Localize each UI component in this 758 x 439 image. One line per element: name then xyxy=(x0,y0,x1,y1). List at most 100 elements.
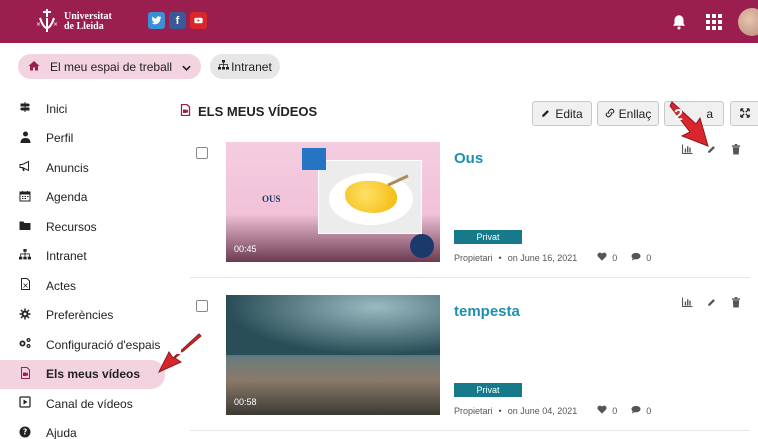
comments-stat: 0 xyxy=(631,405,651,416)
video-owner: Propietari xyxy=(454,252,493,263)
university-logo[interactable]: × × Universitat de Lleida xyxy=(36,6,112,38)
breadcrumb: El meu espai de treball Intranet xyxy=(18,54,280,79)
video-meta: Propietari • on June 16, 2021 0 0 xyxy=(454,252,651,263)
callout-arrow-1: 1 xyxy=(155,330,205,385)
comment-icon xyxy=(631,252,641,263)
privacy-badge: Privat xyxy=(454,383,522,397)
signpost-icon xyxy=(18,101,32,116)
row-divider xyxy=(190,277,750,278)
home-icon xyxy=(28,60,40,74)
workspace-dropdown[interactable]: El meu espai de treball xyxy=(18,54,202,79)
video-item: OUS 00:45 Ous Privat Propietari • on Jun… xyxy=(190,142,755,282)
expand-icon xyxy=(740,107,750,121)
trash-icon[interactable] xyxy=(731,297,741,311)
workspace-label: El meu espai de treball xyxy=(50,59,173,74)
folder-icon xyxy=(18,220,32,234)
stats-icon[interactable] xyxy=(681,297,693,311)
comments-stat: 0 xyxy=(631,252,651,263)
likes-count: 0 xyxy=(612,405,618,416)
sidebar-item-label: Intranet xyxy=(46,249,87,264)
sidebar-item-label: Agenda xyxy=(46,190,88,205)
sidebar: Inici Perfil Anuncis Agenda Recursos Int… xyxy=(0,94,165,439)
sidebar-item-intranet[interactable]: Intranet xyxy=(0,242,165,272)
edit-button-label: Edita xyxy=(555,106,583,121)
top-bar: × × Universitat de Lleida f xyxy=(0,0,758,43)
video-owner: Propietari xyxy=(454,405,493,416)
user-icon xyxy=(18,131,32,146)
callout-number-1: 1 xyxy=(175,341,184,358)
sidebar-item-perfil[interactable]: Perfil xyxy=(0,124,165,154)
chevron-down-icon xyxy=(182,60,191,74)
video-duration: 00:45 xyxy=(234,244,257,254)
youtube-icon[interactable] xyxy=(190,12,207,29)
play-square-icon xyxy=(18,396,32,411)
video-title-link[interactable]: Ous xyxy=(454,150,483,167)
likes-count: 0 xyxy=(612,252,618,263)
apps-grid-icon[interactable] xyxy=(706,14,722,30)
video-thumbnail[interactable]: 00:58 xyxy=(226,295,440,415)
comments-count: 0 xyxy=(646,252,652,263)
intranet-crumb-label: Intranet xyxy=(231,59,272,74)
sidebar-item-preferencies[interactable]: Preferències xyxy=(0,301,165,331)
video-meta: Propietari • on June 04, 2021 0 0 xyxy=(454,405,651,416)
bullet-separator: • xyxy=(498,405,502,416)
facebook-icon[interactable]: f xyxy=(169,12,186,29)
video-title-link[interactable]: tempesta xyxy=(454,303,520,320)
video-checkbox[interactable] xyxy=(196,147,208,159)
heart-icon xyxy=(597,405,607,416)
page-title: ELS MEUS VÍDEOS xyxy=(180,103,318,119)
video-thumbnail[interactable]: OUS 00:45 xyxy=(226,142,440,262)
thumbnail-caption: OUS xyxy=(262,194,281,204)
sidebar-item-label: Inici xyxy=(46,101,68,116)
sidebar-item-label: Ajuda xyxy=(46,426,77,439)
sitemap-icon xyxy=(218,60,230,73)
sitemap-icon xyxy=(18,249,32,263)
gear-icon xyxy=(18,308,32,323)
sidebar-item-label: Canal de vídeos xyxy=(46,396,133,411)
svg-text:×: × xyxy=(53,21,58,28)
sidebar-item-label: Perfil xyxy=(46,131,74,146)
video-item: 00:58 tempesta Privat Propietari • on Ju… xyxy=(190,295,755,435)
sidebar-item-recursos[interactable]: Recursos xyxy=(0,212,165,242)
svg-text:?: ? xyxy=(23,427,27,436)
video-actions xyxy=(681,297,741,311)
page-title-text: ELS MEUS VÍDEOS xyxy=(198,104,318,119)
fullscreen-button[interactable] xyxy=(730,101,758,126)
svg-text:×: × xyxy=(36,21,41,28)
callout-number-2: 2 xyxy=(674,107,683,124)
intranet-crumb[interactable]: Intranet xyxy=(210,54,280,79)
sidebar-item-ajuda[interactable]: ? Ajuda xyxy=(0,419,165,439)
sidebar-item-anuncis[interactable]: Anuncis xyxy=(0,153,165,183)
sidebar-item-label: Actes xyxy=(46,278,77,293)
sidebar-item-actes[interactable]: Actes xyxy=(0,271,165,301)
trash-icon[interactable] xyxy=(731,144,741,158)
decorative-square xyxy=(302,148,326,170)
social-links: f xyxy=(148,12,207,29)
gears-icon xyxy=(18,337,32,352)
link-button[interactable]: Enllaç xyxy=(597,101,659,126)
callout-arrow-2: 2 xyxy=(668,98,712,155)
egg-plate-image xyxy=(318,160,422,234)
sidebar-item-agenda[interactable]: Agenda xyxy=(0,183,165,213)
link-icon xyxy=(605,107,615,121)
privacy-badge: Privat xyxy=(454,230,522,244)
avatar[interactable] xyxy=(738,8,758,36)
sidebar-item-els-meus-videos[interactable]: Els meus vídeos xyxy=(0,359,165,389)
bell-icon[interactable] xyxy=(670,13,688,31)
question-icon: ? xyxy=(18,426,32,439)
sidebar-item-configuracio-espais[interactable]: Configuració d'espais xyxy=(0,330,165,360)
video-duration: 00:58 xyxy=(234,397,257,407)
sidebar-item-canal-videos[interactable]: Canal de vídeos xyxy=(0,389,165,419)
sidebar-item-inici[interactable]: Inici xyxy=(0,94,165,124)
video-checkbox[interactable] xyxy=(196,300,208,312)
pencil-icon[interactable] xyxy=(707,297,717,311)
decorative-circle xyxy=(410,234,434,258)
edit-button[interactable]: Edita xyxy=(532,101,592,126)
sidebar-item-label: Configuració d'espais xyxy=(46,337,161,352)
twitter-icon[interactable] xyxy=(148,12,165,29)
storm-cloud-image xyxy=(226,295,440,355)
comments-count: 0 xyxy=(646,405,652,416)
sidebar-item-label: Anuncis xyxy=(46,160,89,175)
logo-line-2: de Lleida xyxy=(64,21,104,32)
calendar-icon xyxy=(18,190,32,205)
